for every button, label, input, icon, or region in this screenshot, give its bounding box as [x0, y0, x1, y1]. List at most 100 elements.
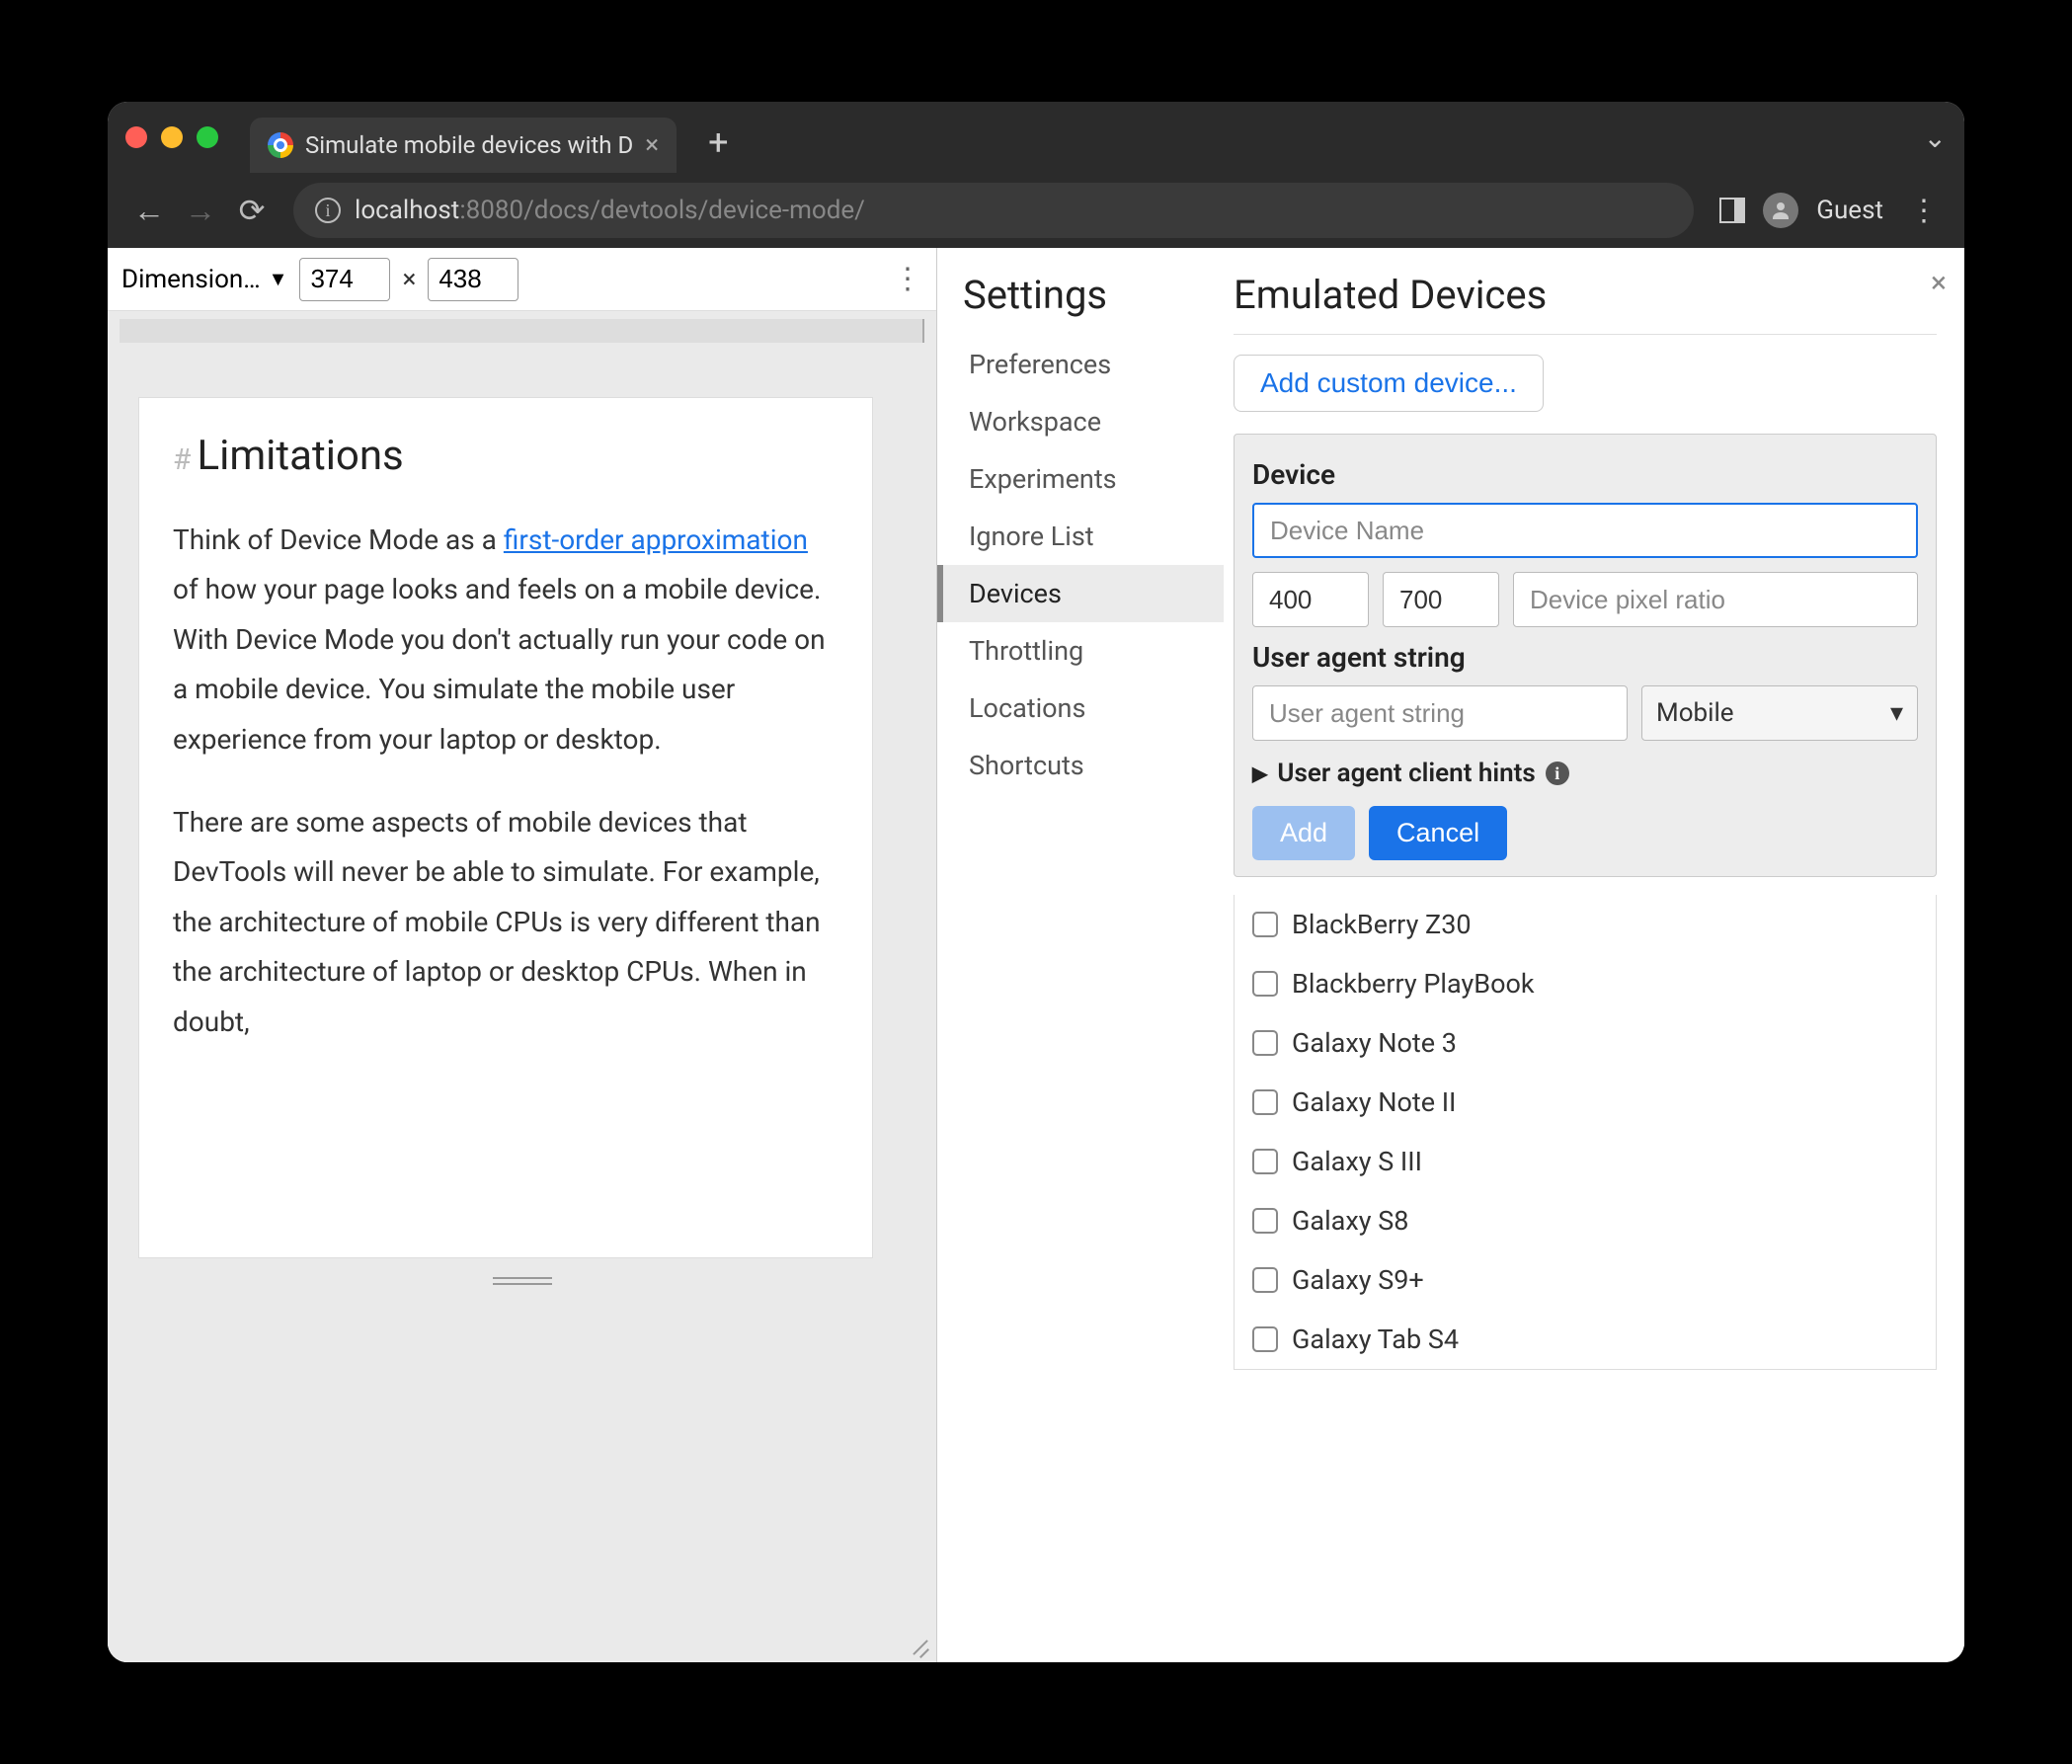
browser-tab[interactable]: Simulate mobile devices with D × — [250, 118, 677, 173]
side-panel-icon[interactable] — [1719, 198, 1745, 223]
device-list-item-label: Galaxy Note II — [1292, 1086, 1456, 1118]
device-list-item[interactable]: Galaxy S8 — [1235, 1191, 1936, 1250]
chrome-favicon-icon — [268, 132, 293, 158]
settings-sidebar: Settings PreferencesWorkspaceExperiments… — [937, 248, 1224, 1662]
ua-client-hints-row[interactable]: ▶ User agent client hints i — [1252, 759, 1918, 788]
tab-title: Simulate mobile devices with D — [305, 131, 633, 159]
device-form: Device User agent string Mobile ▾ — [1234, 434, 1937, 877]
device-mode-pane: Dimension… ▼ × ⋮ #Limitations Think of D… — [108, 248, 937, 1662]
reload-button[interactable]: ⟳ — [228, 187, 276, 234]
width-input[interactable] — [299, 258, 390, 301]
settings-item-devices[interactable]: Devices — [937, 565, 1224, 622]
first-order-approximation-link[interactable]: first-order approximation — [504, 523, 808, 556]
window-controls — [125, 126, 218, 148]
dimensions-label: Dimension… — [121, 265, 261, 294]
user-agent-label: User agent string — [1252, 641, 1918, 674]
device-list-item-label: BlackBerry Z30 — [1292, 909, 1472, 940]
checkbox-icon[interactable] — [1252, 971, 1278, 997]
checkbox-icon[interactable] — [1252, 1149, 1278, 1174]
device-list-item-label: Galaxy S9+ — [1292, 1264, 1424, 1296]
address-bar[interactable]: i localhost:8080/docs/devtools/device-mo… — [293, 183, 1694, 238]
titlebar: Simulate mobile devices with D × + ⌄ — [108, 102, 1964, 173]
add-button[interactable]: Add — [1252, 806, 1355, 860]
resize-handle-corner-icon[interactable] — [905, 1631, 928, 1654]
close-tab-icon[interactable]: × — [645, 130, 659, 160]
add-custom-device-button[interactable]: Add custom device... — [1234, 355, 1544, 412]
device-width-input[interactable] — [1252, 572, 1369, 627]
caret-down-icon: ▼ — [269, 267, 288, 291]
close-settings-icon[interactable]: × — [1931, 266, 1947, 300]
checkbox-icon[interactable] — [1252, 912, 1278, 937]
url-port: :8080 — [459, 196, 523, 225]
device-list-item[interactable]: Blackberry PlayBook — [1235, 954, 1936, 1013]
device-label: Device — [1252, 458, 1918, 491]
user-agent-type-select[interactable]: Mobile ▾ — [1641, 685, 1918, 741]
back-button[interactable]: ← — [125, 187, 173, 234]
new-tab-button[interactable]: + — [708, 121, 728, 163]
url-path: /docs/devtools/device-mode/ — [523, 196, 865, 225]
settings-item-throttling[interactable]: Throttling — [951, 622, 1224, 680]
disclosure-triangle-icon: ▶ — [1252, 762, 1267, 785]
device-pixel-ratio-input[interactable] — [1513, 572, 1918, 627]
settings-item-preferences[interactable]: Preferences — [951, 336, 1224, 393]
times-separator: × — [402, 265, 416, 294]
ua-client-hints-label: User agent client hints — [1277, 759, 1535, 788]
viewport-container: #Limitations Think of Device Mode as a f… — [108, 311, 936, 1662]
settings-item-ignore-list[interactable]: Ignore List — [951, 508, 1224, 565]
user-agent-type-value: Mobile — [1656, 698, 1734, 728]
device-list-item-label: Galaxy S8 — [1292, 1205, 1408, 1237]
checkbox-icon[interactable] — [1252, 1208, 1278, 1234]
info-icon[interactable]: i — [1546, 762, 1569, 785]
settings-item-locations[interactable]: Locations — [951, 680, 1224, 737]
device-list-item[interactable]: BlackBerry Z30 — [1235, 895, 1936, 954]
checkbox-icon[interactable] — [1252, 1089, 1278, 1115]
height-input[interactable] — [428, 258, 518, 301]
device-list-item-label: Galaxy Note 3 — [1292, 1027, 1457, 1059]
settings-title: Settings — [951, 272, 1224, 336]
article-heading: #Limitations — [173, 432, 838, 480]
url-host: localhost — [355, 196, 459, 225]
device-list-item[interactable]: Galaxy S III — [1235, 1132, 1936, 1191]
device-more-menu-icon[interactable]: ⋮ — [893, 262, 922, 296]
emulated-viewport[interactable]: #Limitations Think of Device Mode as a f… — [139, 398, 872, 1257]
dimensions-dropdown[interactable]: Dimension… ▼ — [121, 265, 287, 294]
checkbox-icon[interactable] — [1252, 1326, 1278, 1352]
forward-button[interactable]: → — [177, 187, 224, 234]
settings-item-workspace[interactable]: Workspace — [951, 393, 1224, 450]
resize-handle-bottom[interactable] — [139, 1267, 905, 1295]
settings-item-shortcuts[interactable]: Shortcuts — [951, 737, 1224, 794]
profile-avatar-icon[interactable] — [1763, 193, 1798, 228]
minimize-window-icon[interactable] — [161, 126, 183, 148]
browser-menu-icon[interactable]: ⋮ — [1901, 194, 1947, 228]
browser-window: Simulate mobile devices with D × + ⌄ ← →… — [108, 102, 1964, 1662]
devtools-settings: Settings PreferencesWorkspaceExperiments… — [937, 248, 1964, 1662]
device-list-item[interactable]: Galaxy Note II — [1235, 1073, 1936, 1132]
user-agent-input[interactable] — [1252, 685, 1628, 741]
tabs-expand-icon[interactable]: ⌄ — [1924, 121, 1947, 154]
cancel-button[interactable]: Cancel — [1369, 806, 1507, 860]
device-height-input[interactable] — [1383, 572, 1499, 627]
content-area: Dimension… ▼ × ⋮ #Limitations Think of D… — [108, 248, 1964, 1662]
page-content: #Limitations Think of Device Mode as a f… — [173, 432, 838, 1047]
checkbox-icon[interactable] — [1252, 1030, 1278, 1056]
device-list-item[interactable]: Galaxy Tab S4 — [1235, 1310, 1936, 1369]
ruler-horizontal — [120, 319, 924, 343]
settings-item-experiments[interactable]: Experiments — [951, 450, 1224, 508]
site-info-icon[interactable]: i — [315, 198, 341, 223]
toolbar: ← → ⟳ i localhost:8080/docs/devtools/dev… — [108, 173, 1964, 248]
article-paragraph-2: There are some aspects of mobile devices… — [173, 798, 838, 1047]
toolbar-right: Guest ⋮ — [1719, 193, 1947, 228]
emulated-devices-title: Emulated Devices — [1234, 272, 1937, 335]
settings-body: × Emulated Devices Add custom device... … — [1224, 248, 1964, 1662]
close-window-icon[interactable] — [125, 126, 147, 148]
device-toolbar: Dimension… ▼ × ⋮ — [108, 248, 936, 311]
hash-icon: # — [173, 442, 191, 477]
device-name-input[interactable] — [1252, 503, 1918, 558]
device-list: BlackBerry Z30 Blackberry PlayBook Galaxy … — [1234, 895, 1937, 1370]
checkbox-icon[interactable] — [1252, 1267, 1278, 1293]
profile-label: Guest — [1816, 196, 1883, 225]
maximize-window-icon[interactable] — [197, 126, 218, 148]
url-text: localhost:8080/docs/devtools/device-mode… — [355, 196, 865, 225]
device-list-item[interactable]: Galaxy S9+ — [1235, 1250, 1936, 1310]
device-list-item[interactable]: Galaxy Note 3 — [1235, 1013, 1936, 1073]
